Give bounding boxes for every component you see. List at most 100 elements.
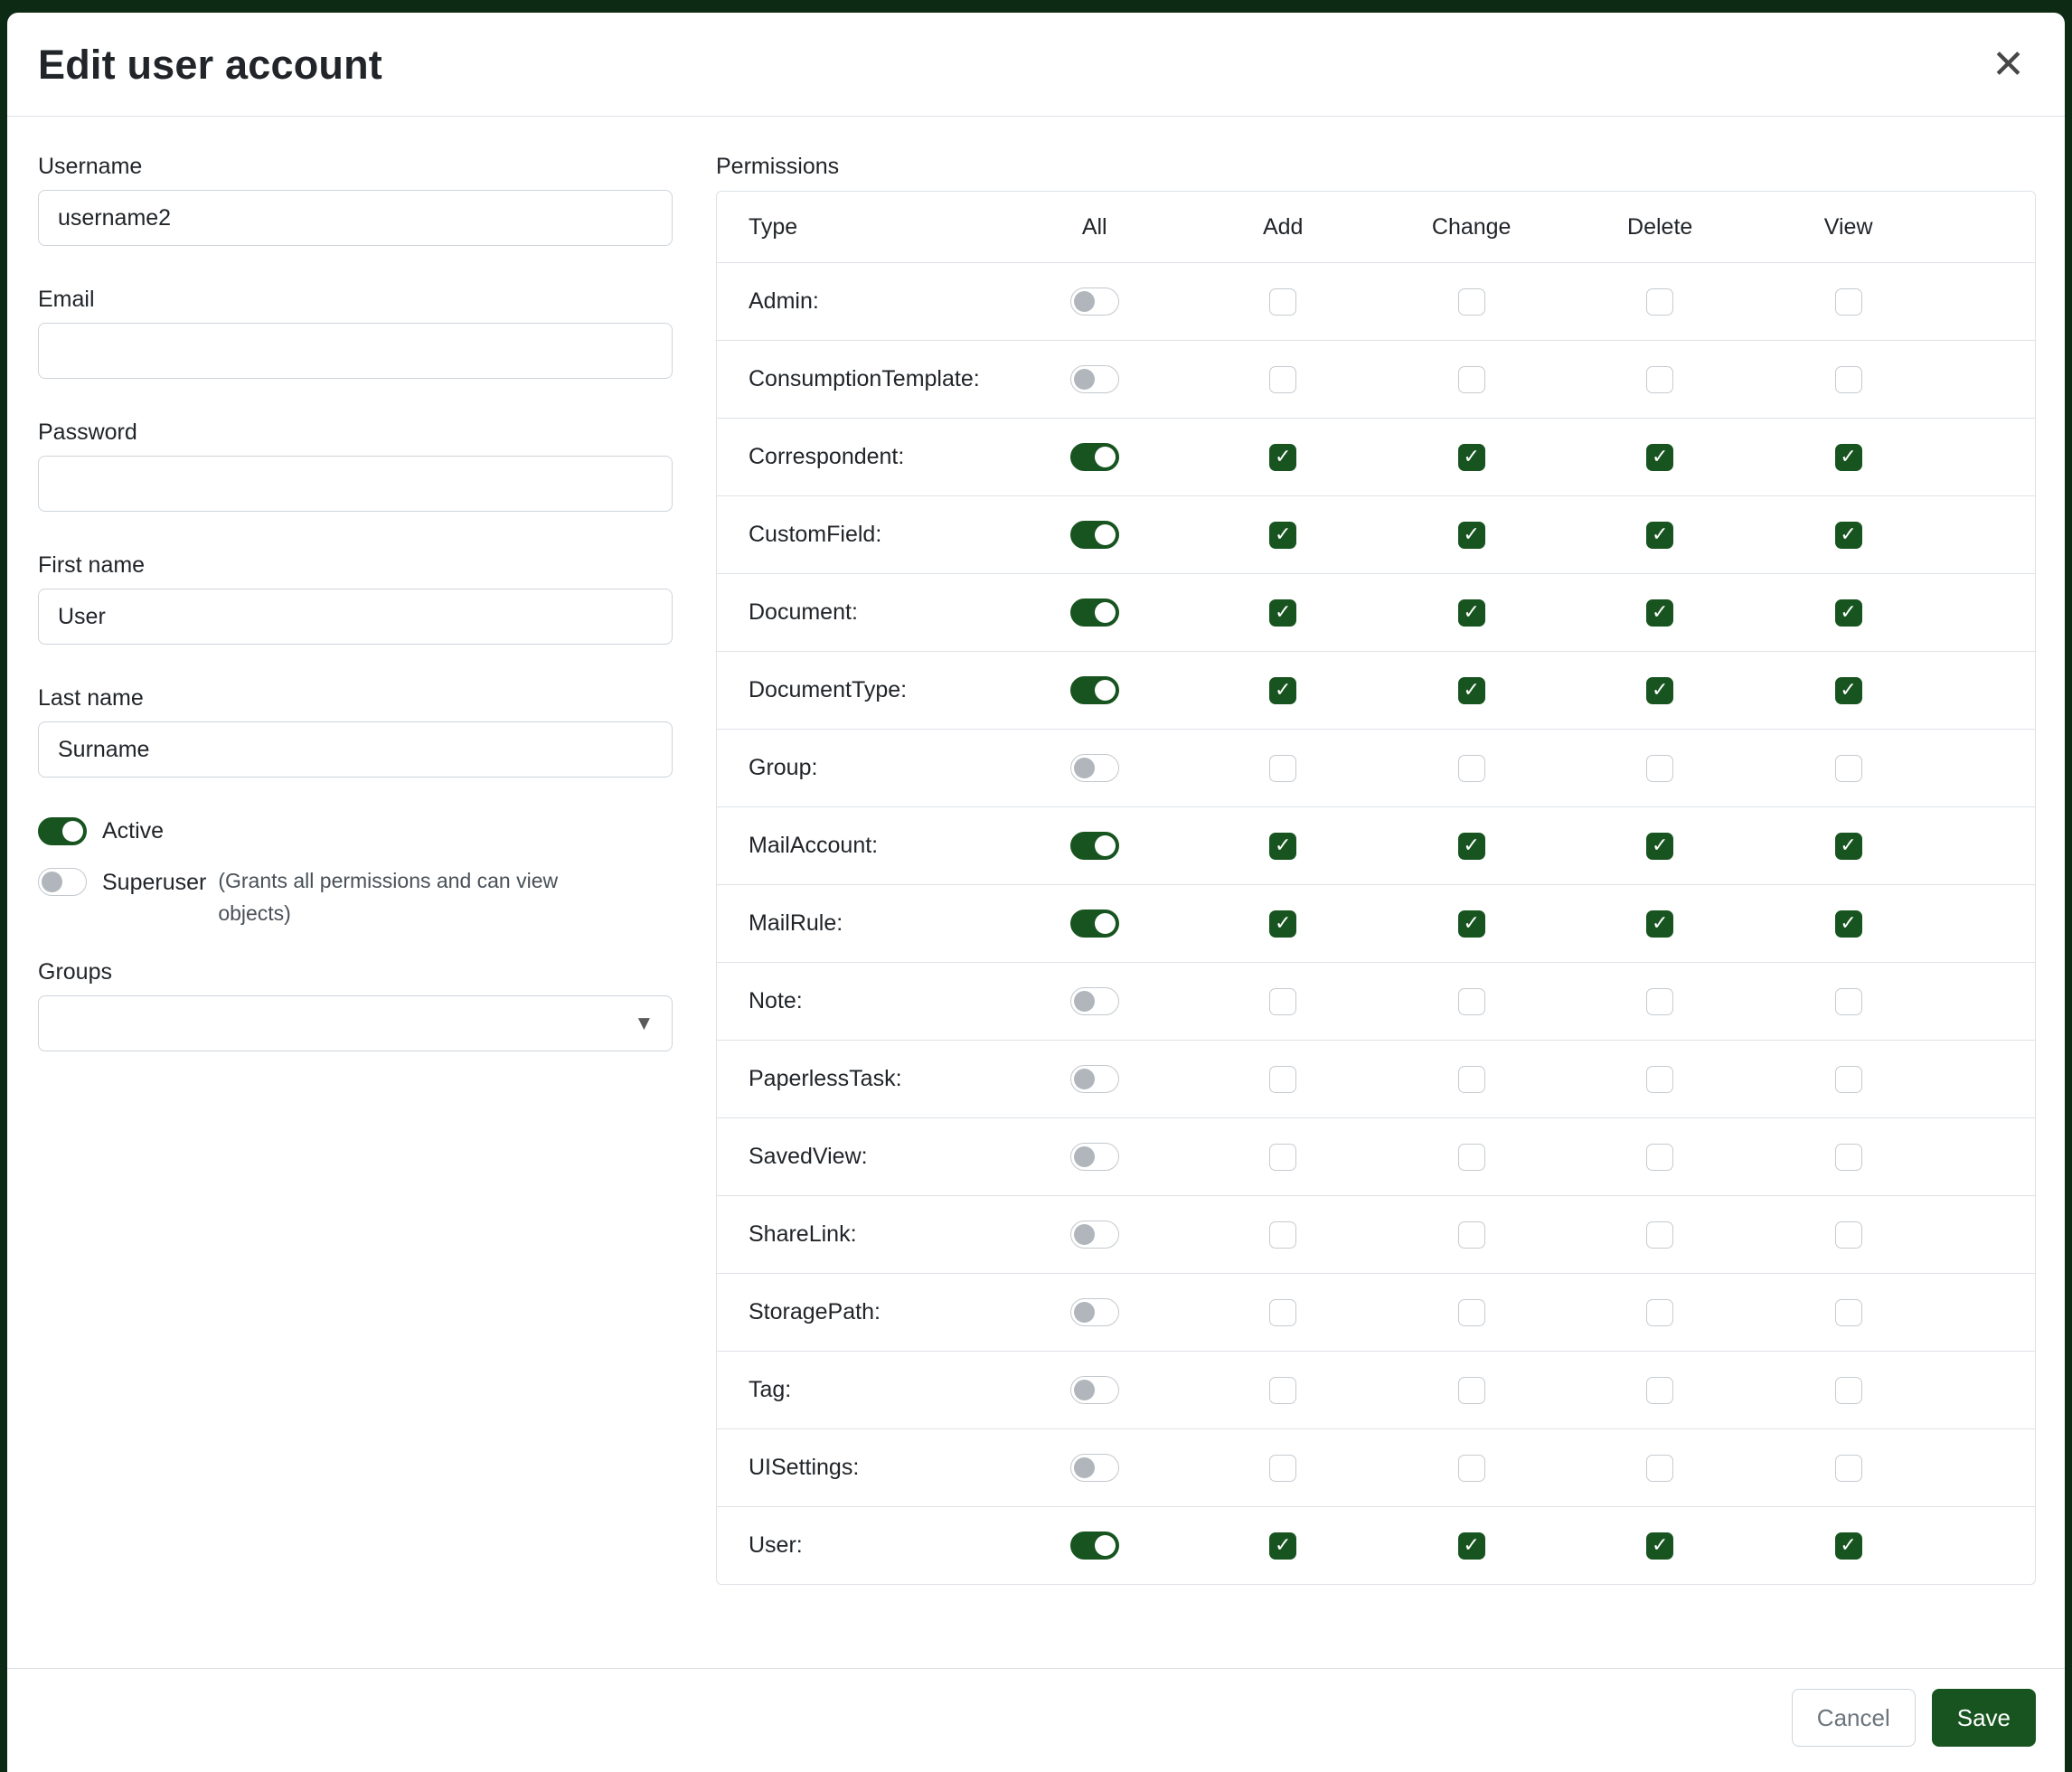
password-input[interactable] — [38, 456, 673, 512]
permission-checkbox-add[interactable] — [1269, 988, 1296, 1015]
permission-checkbox-add[interactable] — [1269, 1299, 1296, 1326]
permission-checkbox-delete[interactable] — [1646, 1144, 1673, 1171]
permission-checkbox-view[interactable]: ✓ — [1835, 444, 1862, 471]
username-input[interactable] — [38, 190, 673, 246]
permission-checkbox-view[interactable] — [1835, 366, 1862, 393]
permission-checkbox-change[interactable] — [1458, 366, 1485, 393]
permission-toggle-all[interactable] — [1070, 754, 1119, 782]
permission-checkbox-change[interactable] — [1458, 1144, 1485, 1171]
permission-checkbox-view[interactable]: ✓ — [1835, 1532, 1862, 1560]
groups-select[interactable]: ▼ — [38, 995, 673, 1051]
permission-checkbox-change[interactable]: ✓ — [1458, 833, 1485, 860]
permission-checkbox-add[interactable]: ✓ — [1269, 677, 1296, 704]
permission-checkbox-view[interactable]: ✓ — [1835, 833, 1862, 860]
permission-checkbox-add[interactable] — [1269, 1377, 1296, 1404]
permission-toggle-all[interactable] — [1070, 443, 1119, 471]
permission-checkbox-delete[interactable]: ✓ — [1646, 444, 1673, 471]
permission-checkbox-delete[interactable] — [1646, 288, 1673, 316]
permission-toggle-all[interactable] — [1070, 1532, 1119, 1560]
permission-checkbox-change[interactable] — [1458, 1377, 1485, 1404]
permission-checkbox-delete[interactable]: ✓ — [1646, 833, 1673, 860]
permission-checkbox-delete[interactable]: ✓ — [1646, 599, 1673, 627]
permission-checkbox-view[interactable]: ✓ — [1835, 522, 1862, 549]
cancel-button[interactable]: Cancel — [1792, 1689, 1916, 1747]
permission-checkbox-delete[interactable] — [1646, 1377, 1673, 1404]
permission-checkbox-add[interactable]: ✓ — [1269, 444, 1296, 471]
permission-checkbox-change[interactable] — [1458, 988, 1485, 1015]
permission-checkbox-delete[interactable] — [1646, 366, 1673, 393]
superuser-toggle[interactable] — [38, 868, 87, 896]
permission-checkbox-delete[interactable] — [1646, 1299, 1673, 1326]
permission-checkbox-view[interactable] — [1835, 1455, 1862, 1482]
permission-checkbox-view[interactable]: ✓ — [1835, 910, 1862, 938]
permission-checkbox-delete[interactable] — [1646, 755, 1673, 782]
permission-checkbox-view[interactable] — [1835, 1144, 1862, 1171]
permission-checkbox-delete[interactable] — [1646, 1455, 1673, 1482]
permission-checkbox-delete[interactable] — [1646, 988, 1673, 1015]
permission-checkbox-view[interactable] — [1835, 1066, 1862, 1093]
permission-toggle-all[interactable] — [1070, 1454, 1119, 1482]
permission-checkbox-view[interactable] — [1835, 1377, 1862, 1404]
permission-checkbox-change[interactable]: ✓ — [1458, 444, 1485, 471]
permission-checkbox-add[interactable] — [1269, 288, 1296, 316]
permission-checkbox-view[interactable] — [1835, 988, 1862, 1015]
permission-checkbox-view[interactable] — [1835, 1299, 1862, 1326]
permission-checkbox-change[interactable] — [1458, 1455, 1485, 1482]
permission-checkbox-change[interactable] — [1458, 288, 1485, 316]
permission-checkbox-add[interactable] — [1269, 755, 1296, 782]
modal-title: Edit user account — [38, 42, 382, 89]
permission-checkbox-add[interactable]: ✓ — [1269, 522, 1296, 549]
permission-checkbox-delete[interactable]: ✓ — [1646, 1532, 1673, 1560]
permission-checkbox-view[interactable] — [1835, 1221, 1862, 1249]
permission-checkbox-change[interactable]: ✓ — [1458, 522, 1485, 549]
save-button[interactable]: Save — [1932, 1689, 2036, 1747]
permission-checkbox-delete[interactable] — [1646, 1066, 1673, 1093]
permission-checkbox-delete[interactable]: ✓ — [1646, 677, 1673, 704]
permission-toggle-all[interactable] — [1070, 365, 1119, 393]
permission-toggle-all[interactable] — [1070, 910, 1119, 938]
permission-checkbox-add[interactable] — [1269, 1066, 1296, 1093]
permission-checkbox-add[interactable]: ✓ — [1269, 910, 1296, 938]
permission-checkbox-add[interactable] — [1269, 1144, 1296, 1171]
permission-checkbox-view[interactable] — [1835, 288, 1862, 316]
permission-checkbox-change[interactable]: ✓ — [1458, 599, 1485, 627]
permission-toggle-all[interactable] — [1070, 1143, 1119, 1171]
permission-type-label: ConsumptionTemplate: — [717, 366, 1000, 392]
permission-toggle-all[interactable] — [1070, 1065, 1119, 1093]
permission-checkbox-add[interactable] — [1269, 1221, 1296, 1249]
permission-checkbox-delete[interactable]: ✓ — [1646, 522, 1673, 549]
permission-toggle-all[interactable] — [1070, 1221, 1119, 1249]
permission-checkbox-add[interactable]: ✓ — [1269, 1532, 1296, 1560]
permission-toggle-all[interactable] — [1070, 521, 1119, 549]
permission-checkbox-view[interactable] — [1835, 755, 1862, 782]
active-toggle[interactable] — [38, 817, 87, 845]
permissions-col-add: Add — [1189, 214, 1377, 240]
permission-checkbox-add[interactable]: ✓ — [1269, 599, 1296, 627]
permission-toggle-all[interactable] — [1070, 287, 1119, 316]
last-name-input[interactable] — [38, 721, 673, 778]
permission-checkbox-view[interactable]: ✓ — [1835, 677, 1862, 704]
permission-checkbox-change[interactable] — [1458, 1066, 1485, 1093]
permission-toggle-all[interactable] — [1070, 832, 1119, 860]
permission-checkbox-change[interactable]: ✓ — [1458, 1532, 1485, 1560]
permission-checkbox-add[interactable] — [1269, 1455, 1296, 1482]
permission-checkbox-add[interactable] — [1269, 366, 1296, 393]
permission-toggle-all[interactable] — [1070, 676, 1119, 704]
permission-toggle-all[interactable] — [1070, 1376, 1119, 1404]
close-button[interactable]: ✕ — [1992, 45, 2025, 85]
permission-checkbox-view[interactable]: ✓ — [1835, 599, 1862, 627]
permission-toggle-all[interactable] — [1070, 987, 1119, 1015]
permission-toggle-all[interactable] — [1070, 1298, 1119, 1326]
first-name-input[interactable] — [38, 589, 673, 645]
permission-checkbox-change[interactable]: ✓ — [1458, 910, 1485, 938]
permission-checkbox-delete[interactable] — [1646, 1221, 1673, 1249]
permission-checkbox-delete[interactable]: ✓ — [1646, 910, 1673, 938]
email-input[interactable] — [38, 323, 673, 379]
permission-checkbox-change[interactable]: ✓ — [1458, 677, 1485, 704]
permission-checkbox-add[interactable]: ✓ — [1269, 833, 1296, 860]
permission-type-label: Admin: — [717, 288, 1000, 315]
permission-checkbox-change[interactable] — [1458, 755, 1485, 782]
permission-toggle-all[interactable] — [1070, 599, 1119, 627]
permission-checkbox-change[interactable] — [1458, 1299, 1485, 1326]
permission-checkbox-change[interactable] — [1458, 1221, 1485, 1249]
